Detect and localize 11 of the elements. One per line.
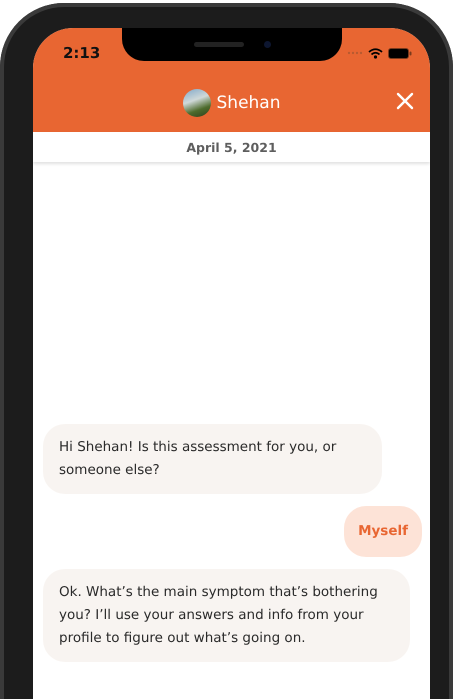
user-reply: Myself	[344, 506, 422, 557]
wifi-icon	[368, 48, 383, 58]
status-time: 2:13	[63, 44, 100, 62]
signal-icon	[347, 51, 363, 55]
contact-name: Shehan	[216, 92, 280, 112]
battery-icon	[388, 48, 412, 58]
bot-message: Ok. What’s the main symptom that’s bothering you? I’ll use your answers and info from your profile to figure out what’s going on.	[43, 569, 410, 662]
avatar-photo-placeholder	[182, 88, 210, 116]
close-icon	[396, 92, 414, 110]
bot-message: Hi Shehan! Is this assessment for you, or someone else?	[43, 424, 382, 494]
date-divider: April 5, 2021	[33, 132, 430, 162]
